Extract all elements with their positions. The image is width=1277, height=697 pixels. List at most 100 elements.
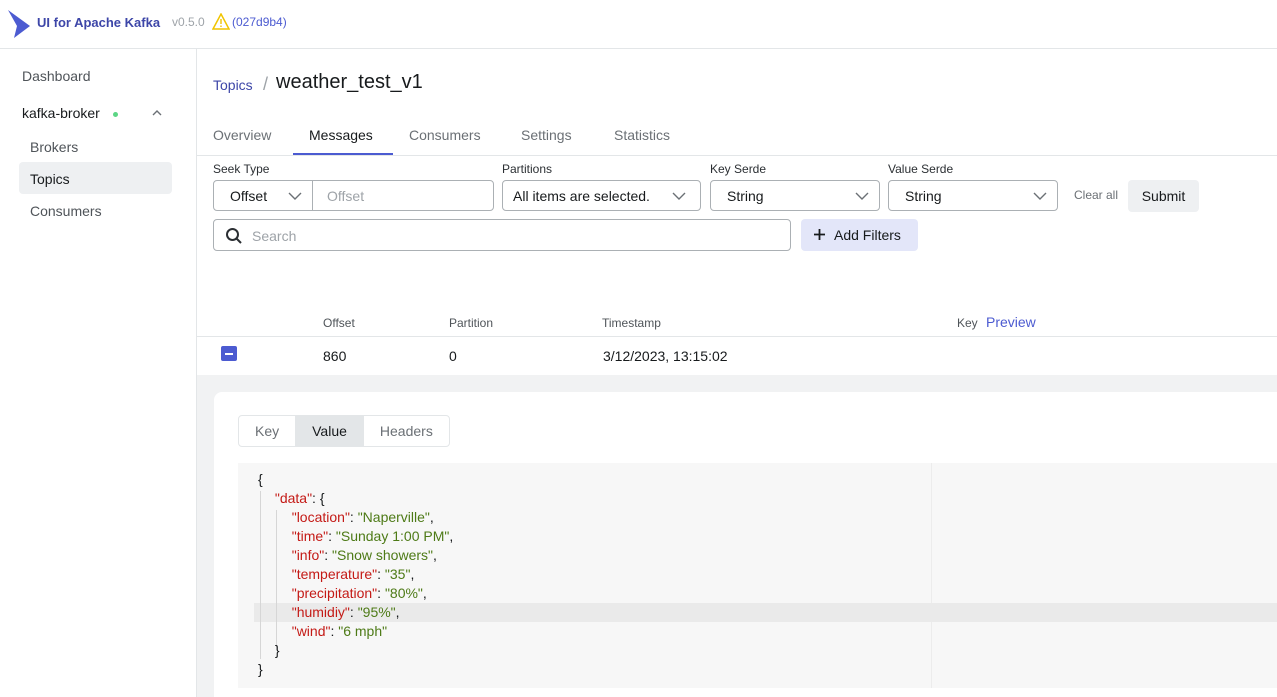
- value-serde-select[interactable]: String: [888, 180, 1058, 211]
- column-header-partition: Partition: [449, 316, 494, 330]
- table-header-divider: [197, 336, 1277, 337]
- column-header-key: Key: [957, 316, 978, 330]
- add-filters-button[interactable]: Add Filters: [801, 219, 918, 251]
- sidebar-item-consumers[interactable]: Consumers: [30, 203, 102, 219]
- chevron-down-icon: [288, 192, 302, 200]
- json-string: "Snow showers": [332, 547, 433, 563]
- key-serde-select[interactable]: String: [710, 180, 880, 211]
- tab-value[interactable]: Value: [296, 416, 364, 446]
- json-line: "location": "Naperville",: [292, 508, 434, 527]
- json-punctuation: : {: [312, 490, 325, 506]
- json-punctuation: :: [377, 585, 385, 601]
- cell-partition: 0: [449, 348, 457, 364]
- sidebar-item-dashboard[interactable]: Dashboard: [22, 68, 91, 84]
- json-string: "Naperville": [357, 509, 430, 525]
- submit-button[interactable]: Submit: [1128, 180, 1199, 212]
- json-string: "6 mph": [338, 623, 388, 639]
- sidebar-cluster-name[interactable]: kafka-broker: [22, 105, 100, 121]
- tabs-divider: [197, 155, 1277, 156]
- json-key: "temperature": [291, 566, 378, 582]
- search-field[interactable]: [213, 219, 791, 251]
- tab-headers[interactable]: Headers: [364, 416, 449, 446]
- cell-offset: 860: [323, 348, 347, 364]
- json-line: }: [275, 641, 280, 660]
- app-title[interactable]: UI for Apache Kafka: [37, 15, 160, 30]
- tab-overview[interactable]: Overview: [213, 127, 271, 143]
- editor-active-line: [254, 603, 1277, 622]
- json-punctuation: ,: [410, 566, 415, 582]
- indent-guide: [276, 510, 277, 650]
- offset-field[interactable]: [312, 180, 494, 211]
- json-punctuation: :: [349, 509, 358, 525]
- seek-type-label: Seek Type: [213, 162, 270, 176]
- key-serde-label: Key Serde: [710, 162, 767, 176]
- json-punctuation: }: [274, 642, 280, 658]
- tab-messages[interactable]: Messages: [309, 127, 373, 143]
- preview-button[interactable]: Preview: [986, 314, 1036, 330]
- json-line: "time": "Sunday 1:00 PM",: [292, 527, 454, 546]
- message-view-switch: Key Value Headers: [238, 415, 450, 447]
- json-punctuation: ,: [449, 528, 454, 544]
- json-string: "95%": [357, 604, 396, 620]
- partitions-label: Partitions: [502, 162, 553, 176]
- json-line: "info": "Snow showers",: [292, 546, 437, 565]
- json-line: "humidiy": "95%",: [292, 603, 400, 622]
- offset-input[interactable]: [325, 187, 485, 205]
- active-tab-indicator: [293, 153, 393, 155]
- commit-link[interactable]: (027d9b4): [232, 15, 287, 29]
- json-punctuation: :: [349, 604, 358, 620]
- json-punctuation: ,: [429, 509, 434, 525]
- json-line: {: [258, 470, 263, 489]
- partitions-value: All items are selected.: [513, 188, 650, 204]
- json-key: "time": [291, 528, 329, 544]
- chevron-up-icon[interactable]: [150, 106, 164, 120]
- kafka-logo-icon[interactable]: [6, 8, 32, 40]
- chevron-down-icon: [1033, 192, 1047, 200]
- json-line: }: [258, 660, 263, 679]
- json-key: "data": [274, 490, 313, 506]
- sidebar-item-brokers[interactable]: Brokers: [30, 139, 78, 155]
- chevron-down-icon: [855, 192, 869, 200]
- json-line: "data": {: [275, 489, 325, 508]
- partitions-select[interactable]: All items are selected.: [502, 180, 701, 211]
- json-punctuation: ,: [395, 604, 400, 620]
- json-punctuation: {: [258, 471, 263, 487]
- clear-all-button[interactable]: Clear all: [1074, 188, 1118, 202]
- column-header-offset: Offset: [323, 316, 355, 330]
- json-key: "wind": [291, 623, 331, 639]
- json-key: "info": [291, 547, 325, 563]
- plus-icon: [814, 229, 825, 240]
- json-punctuation: ,: [422, 585, 427, 601]
- breadcrumb-separator: /: [263, 74, 269, 94]
- json-key: "precipitation": [291, 585, 378, 601]
- tab-statistics[interactable]: Statistics: [614, 127, 670, 143]
- json-key: "location": [291, 509, 350, 525]
- page-title: weather_test_v1: [276, 71, 423, 93]
- breadcrumb-topics-link[interactable]: Topics: [213, 77, 253, 93]
- json-line: "precipitation": "80%",: [292, 584, 427, 603]
- tab-consumers[interactable]: Consumers: [409, 127, 481, 143]
- cell-timestamp: 3/12/2023, 13:15:02: [603, 348, 728, 364]
- editor-margin-line: [931, 463, 932, 688]
- json-punctuation: :: [377, 566, 385, 582]
- value-serde-label: Value Serde: [888, 162, 954, 176]
- value-serde-value: String: [905, 188, 942, 204]
- json-string: "80%": [384, 585, 423, 601]
- chevron-down-icon: [672, 192, 686, 200]
- sidebar-item-topics[interactable]: Topics: [30, 171, 70, 187]
- search-input[interactable]: [250, 227, 770, 245]
- tab-settings[interactable]: Settings: [521, 127, 572, 143]
- collapse-icon[interactable]: [221, 346, 237, 361]
- json-key: "humidiy": [291, 604, 350, 620]
- key-serde-value: String: [727, 188, 764, 204]
- json-punctuation: ,: [433, 547, 437, 563]
- seek-type-value: Offset: [230, 188, 268, 204]
- json-punctuation: :: [328, 528, 336, 544]
- json-punctuation: }: [258, 661, 263, 677]
- seek-type-select[interactable]: Offset: [213, 180, 313, 211]
- warning-icon: [212, 13, 230, 30]
- tab-key[interactable]: Key: [239, 416, 297, 446]
- search-icon: [226, 228, 242, 244]
- json-line: "temperature": "35",: [292, 565, 415, 584]
- column-header-timestamp: Timestamp: [602, 316, 661, 330]
